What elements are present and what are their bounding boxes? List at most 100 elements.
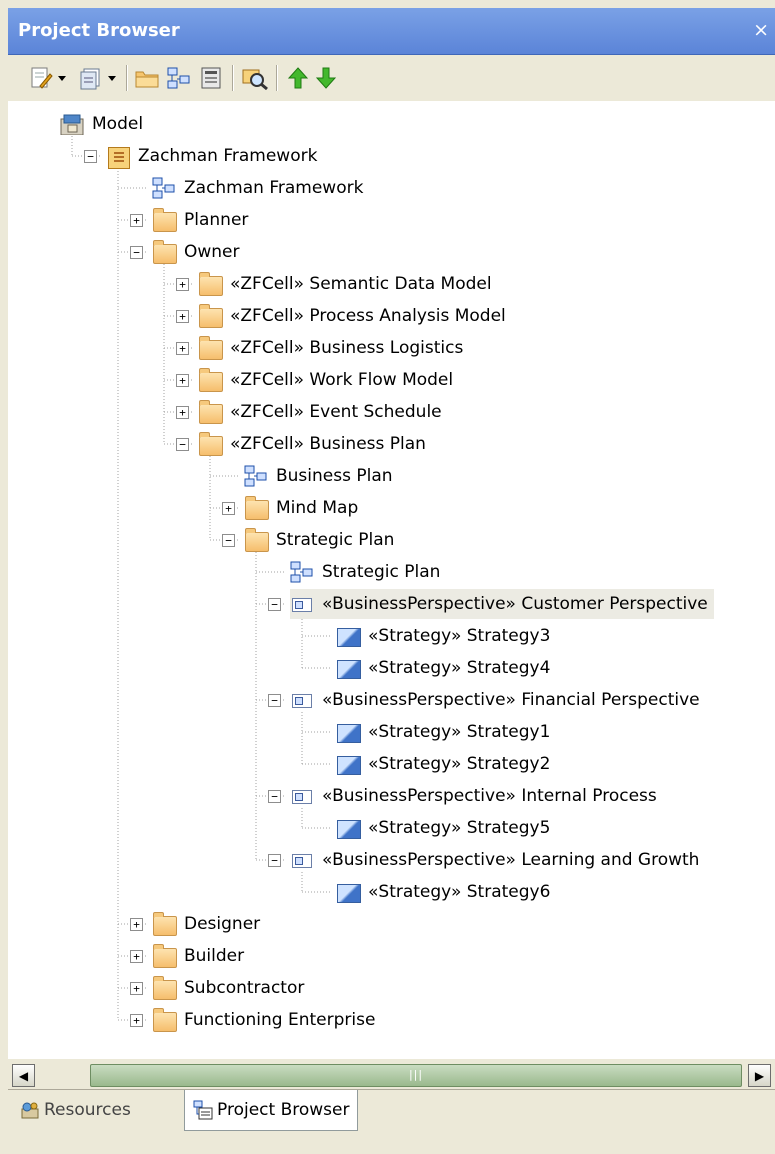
folder-icon: [152, 976, 177, 1000]
collapse-icon[interactable]: −: [176, 438, 189, 451]
folder-icon: [244, 528, 269, 552]
collapse-icon[interactable]: −: [222, 534, 235, 547]
tree-row-label: Zachman Framework: [138, 146, 318, 166]
folder-icon: [198, 304, 223, 328]
tree-row[interactable]: «Strategy» Strategy5: [336, 813, 550, 843]
tree-row[interactable]: «BusinessPerspective» Learning and Growt…: [290, 845, 699, 875]
tree-row[interactable]: «ZFCell» Semantic Data Model: [198, 269, 492, 299]
model-icon: [60, 113, 84, 135]
expand-icon[interactable]: +: [130, 950, 143, 963]
folder-icon: [152, 944, 177, 968]
tree-row[interactable]: «Strategy» Strategy2: [336, 749, 550, 779]
tree-row[interactable]: Model: [60, 109, 143, 139]
expand-icon[interactable]: +: [176, 310, 189, 323]
tree-row-label: Designer: [184, 914, 261, 934]
tree-row[interactable]: Owner: [152, 237, 240, 267]
dropdown-arrow-icon[interactable]: [56, 64, 68, 92]
tree-row-label: «ZFCell» Event Schedule: [230, 402, 442, 422]
collapse-icon[interactable]: −: [268, 694, 281, 707]
tree-row[interactable]: «ZFCell» Business Plan: [198, 429, 426, 459]
collapse-icon[interactable]: −: [84, 150, 97, 163]
element-list-icon[interactable]: [78, 64, 104, 92]
tree-row-label: Model: [92, 114, 144, 134]
tree-row-label: «ZFCell» Semantic Data Model: [230, 274, 492, 294]
tree-row[interactable]: Business Plan: [244, 461, 393, 491]
tree-row[interactable]: Subcontractor: [152, 973, 304, 1003]
tree-row[interactable]: Functioning Enterprise: [152, 1005, 375, 1035]
expand-icon[interactable]: +: [176, 374, 189, 387]
expand-icon[interactable]: +: [130, 982, 143, 995]
project-browser-window: Project Browser × Model Zachman Framewor…: [0, 0, 775, 1154]
tree-row[interactable]: «BusinessPerspective» Financial Perspect…: [290, 685, 700, 715]
tree-row[interactable]: «Strategy» Strategy1: [336, 717, 550, 747]
expand-icon[interactable]: +: [130, 1014, 143, 1027]
expand-icon[interactable]: +: [176, 278, 189, 291]
tree-row-label: Planner: [184, 210, 249, 230]
move-up-icon[interactable]: [286, 64, 310, 92]
properties-icon[interactable]: [198, 64, 224, 92]
window-title: Project Browser: [18, 20, 180, 41]
tree-row-label: «BusinessPerspective» Financial Perspect…: [322, 690, 700, 710]
tree-row[interactable]: Planner: [152, 205, 248, 235]
tab-resources-label: Resources: [44, 1100, 131, 1120]
close-icon[interactable]: ×: [753, 19, 769, 41]
expand-icon[interactable]: +: [176, 406, 189, 419]
bottom-tab-bar: Resources Project Browser: [8, 1089, 775, 1154]
toolbar: [8, 55, 775, 101]
tree-row[interactable]: «BusinessPerspective» Internal Process: [290, 781, 657, 811]
strategy-icon: [336, 817, 361, 839]
expand-icon[interactable]: +: [176, 342, 189, 355]
tree-row[interactable]: Mind Map: [244, 493, 358, 523]
tree-row[interactable]: Builder: [152, 941, 244, 971]
dropdown-arrow-icon[interactable]: [106, 64, 118, 92]
tree-row[interactable]: «ZFCell» Business Logistics: [198, 333, 463, 363]
new-element-icon[interactable]: [28, 64, 54, 92]
diagram-icon: [244, 465, 268, 487]
folder-icon[interactable]: [134, 64, 160, 92]
diagram-icon: [152, 177, 176, 199]
tree-row-label: Subcontractor: [184, 978, 305, 998]
tab-resources[interactable]: Resources: [12, 1090, 139, 1130]
tab-project-browser[interactable]: Project Browser: [184, 1090, 359, 1131]
expand-icon[interactable]: +: [130, 918, 143, 931]
tree-row[interactable]: Zachman Framework: [106, 141, 317, 171]
collapse-icon[interactable]: −: [130, 246, 143, 259]
tree-row-label: «ZFCell» Business Plan: [230, 434, 426, 454]
scroll-left-button[interactable]: ◀: [12, 1064, 35, 1087]
find-icon[interactable]: [240, 64, 270, 92]
strategy-icon: [336, 881, 361, 903]
tree-row-label: Strategic Plan: [322, 562, 441, 582]
element-icon: [290, 593, 314, 615]
toolbar-separator: [232, 65, 234, 91]
tree-row[interactable]: «BusinessPerspective» Customer Perspecti…: [290, 589, 714, 619]
move-down-icon[interactable]: [314, 64, 338, 92]
tree-row[interactable]: «ZFCell» Event Schedule: [198, 397, 442, 427]
tree-row[interactable]: «Strategy» Strategy4: [336, 653, 550, 683]
tree-row-label: «Strategy» Strategy2: [368, 754, 551, 774]
title-bar: Project Browser ×: [8, 8, 775, 55]
diagram-icon: [290, 561, 314, 583]
collapse-icon[interactable]: −: [268, 790, 281, 803]
project-tree[interactable]: Model Zachman Framework − Zachman Framework…: [8, 101, 775, 1059]
tree-row[interactable]: «Strategy» Strategy3: [336, 621, 550, 651]
tree-row[interactable]: Strategic Plan: [244, 525, 394, 555]
folder-icon: [152, 912, 177, 936]
scroll-right-button[interactable]: ▶: [748, 1064, 771, 1087]
tree-row[interactable]: «ZFCell» Work Flow Model: [198, 365, 453, 395]
folder-icon: [198, 336, 223, 360]
tree-row[interactable]: «Strategy» Strategy6: [336, 877, 550, 907]
expand-icon[interactable]: +: [130, 214, 143, 227]
tree-row[interactable]: Zachman Framework: [152, 173, 363, 203]
horizontal-scrollbar[interactable]: ◀ ||| ▶: [8, 1059, 775, 1089]
scrollbar-thumb[interactable]: |||: [90, 1064, 742, 1087]
folder-icon: [198, 368, 223, 392]
collapse-icon[interactable]: −: [268, 854, 281, 867]
tree-row-label: Business Plan: [276, 466, 393, 486]
tree-row-label: «ZFCell» Process Analysis Model: [230, 306, 506, 326]
collapse-icon[interactable]: −: [268, 598, 281, 611]
expand-icon[interactable]: +: [222, 502, 235, 515]
diagram-icon[interactable]: [166, 64, 192, 92]
tree-row[interactable]: Designer: [152, 909, 260, 939]
tree-row[interactable]: «ZFCell» Process Analysis Model: [198, 301, 506, 331]
tree-row[interactable]: Strategic Plan: [290, 557, 440, 587]
